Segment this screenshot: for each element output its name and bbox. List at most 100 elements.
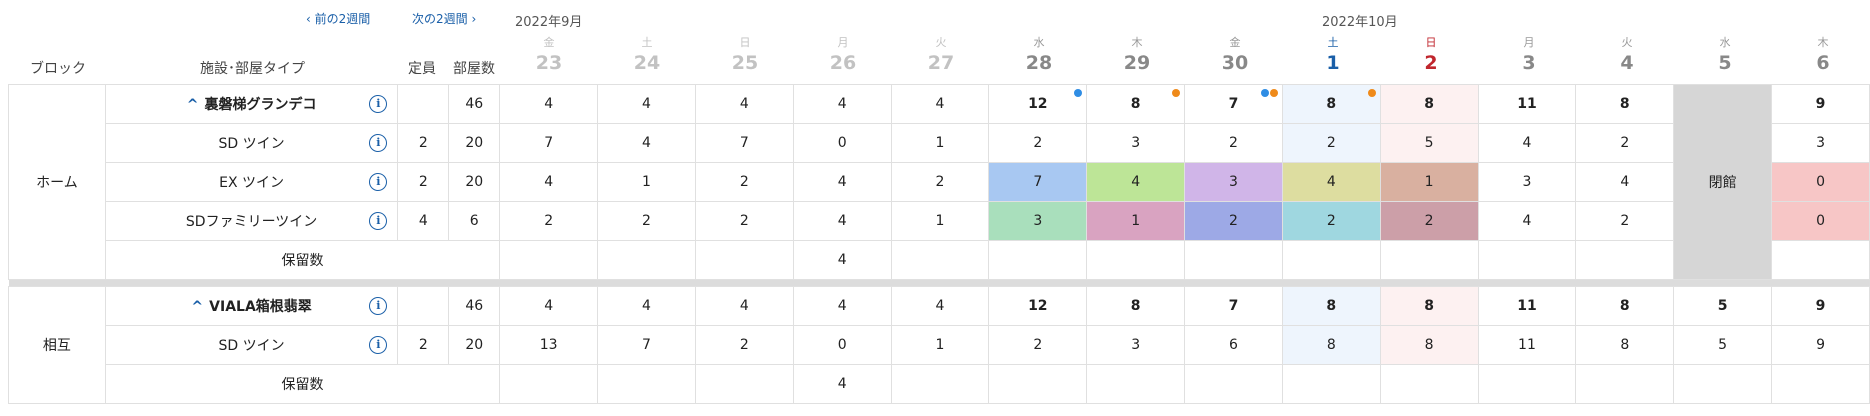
- hold-cell[interactable]: [1771, 364, 1870, 404]
- hold-cell[interactable]: [1281, 364, 1381, 404]
- day-cell[interactable]: 2: [597, 201, 696, 241]
- day-cell[interactable]: 0: [1771, 201, 1870, 241]
- room-type-cell[interactable]: SD ツイン i: [104, 123, 399, 163]
- day-cell[interactable]: 12: [988, 286, 1088, 326]
- hold-cell[interactable]: [1184, 364, 1283, 404]
- hold-cell[interactable]: [1673, 364, 1773, 404]
- hold-cell[interactable]: [988, 240, 1088, 280]
- day-cell[interactable]: 3: [1477, 162, 1577, 202]
- day-cell[interactable]: 5: [1379, 123, 1479, 163]
- day-cell[interactable]: 4: [792, 286, 892, 326]
- day-cell[interactable]: 8: [1379, 325, 1479, 365]
- hold-cell[interactable]: 4: [792, 240, 892, 280]
- day-cell[interactable]: 0: [1771, 162, 1870, 202]
- day-cell[interactable]: 7: [1184, 84, 1283, 124]
- day-cell[interactable]: 1: [890, 201, 990, 241]
- day-cell[interactable]: 7: [499, 123, 599, 163]
- day-cell[interactable]: 9: [1771, 325, 1870, 365]
- hold-cell[interactable]: [1184, 240, 1283, 280]
- day-cell[interactable]: 2: [1184, 201, 1283, 241]
- day-cell[interactable]: 8: [1379, 286, 1479, 326]
- day-cell[interactable]: 5: [1673, 286, 1773, 326]
- day-cell[interactable]: 4: [792, 201, 892, 241]
- day-cell[interactable]: 2: [1379, 201, 1479, 241]
- hold-cell[interactable]: [890, 240, 990, 280]
- day-cell[interactable]: 9: [1771, 286, 1870, 326]
- hold-cell[interactable]: [1086, 364, 1186, 404]
- facility-name-cell[interactable]: ^ 裏磐梯グランデコ i: [104, 84, 399, 124]
- hold-cell[interactable]: [1477, 240, 1577, 280]
- day-cell[interactable]: 4: [499, 286, 599, 326]
- day-cell[interactable]: 2: [1281, 123, 1381, 163]
- day-cell[interactable]: 4: [1281, 162, 1381, 202]
- day-cell[interactable]: 2: [694, 162, 794, 202]
- chevron-up-icon[interactable]: ^: [187, 97, 199, 113]
- info-circle-icon[interactable]: i: [369, 134, 388, 152]
- day-cell[interactable]: 1: [890, 123, 990, 163]
- hold-cell[interactable]: [499, 364, 599, 404]
- day-cell[interactable]: 3: [1086, 325, 1186, 365]
- day-cell[interactable]: 1: [1379, 162, 1479, 202]
- day-cell[interactable]: 7: [988, 162, 1088, 202]
- day-cell[interactable]: 8: [1281, 325, 1381, 365]
- day-cell[interactable]: 4: [792, 162, 892, 202]
- day-cell[interactable]: 11: [1477, 286, 1577, 326]
- day-cell[interactable]: 3: [1771, 123, 1870, 163]
- hold-cell[interactable]: [988, 364, 1088, 404]
- day-cell[interactable]: 2: [499, 201, 599, 241]
- day-cell[interactable]: 4: [1477, 123, 1577, 163]
- day-cell[interactable]: 4: [597, 123, 696, 163]
- hold-cell[interactable]: [597, 364, 696, 404]
- day-cell[interactable]: 1: [890, 325, 990, 365]
- info-circle-icon[interactable]: i: [369, 212, 388, 230]
- day-cell[interactable]: 4: [1477, 201, 1577, 241]
- hold-cell[interactable]: [1379, 240, 1479, 280]
- day-cell[interactable]: 9: [1771, 84, 1870, 124]
- info-circle-icon[interactable]: i: [369, 95, 388, 113]
- day-cell[interactable]: 13: [499, 325, 599, 365]
- day-cell[interactable]: 3: [1086, 123, 1186, 163]
- day-cell[interactable]: 4: [499, 84, 599, 124]
- day-cell[interactable]: 2: [890, 162, 990, 202]
- room-type-cell[interactable]: SDファミリーツイン i: [104, 201, 399, 241]
- day-cell[interactable]: 7: [597, 325, 696, 365]
- day-cell[interactable]: 7: [694, 123, 794, 163]
- info-circle-icon[interactable]: i: [369, 336, 388, 354]
- day-cell[interactable]: 2: [1184, 123, 1283, 163]
- day-cell[interactable]: 2: [1575, 123, 1675, 163]
- hold-cell[interactable]: [499, 240, 599, 280]
- day-cell[interactable]: 12: [988, 84, 1088, 124]
- day-cell[interactable]: 1: [1086, 201, 1186, 241]
- info-circle-icon[interactable]: i: [369, 173, 388, 191]
- day-cell[interactable]: 2: [694, 325, 794, 365]
- day-cell[interactable]: 4: [499, 162, 599, 202]
- day-cell[interactable]: 4: [792, 84, 892, 124]
- chevron-up-icon[interactable]: ^: [191, 299, 203, 315]
- day-cell[interactable]: 4: [694, 286, 794, 326]
- day-cell[interactable]: 2: [1281, 201, 1381, 241]
- hold-cell[interactable]: [1575, 240, 1675, 280]
- day-cell[interactable]: 3: [1184, 162, 1283, 202]
- day-cell[interactable]: 2: [694, 201, 794, 241]
- day-cell[interactable]: 8: [1575, 84, 1675, 124]
- day-cell[interactable]: 11: [1477, 325, 1577, 365]
- day-cell[interactable]: 2: [988, 325, 1088, 365]
- hold-cell[interactable]: [1086, 240, 1186, 280]
- day-cell[interactable]: 8: [1281, 286, 1381, 326]
- day-cell[interactable]: 5: [1673, 325, 1773, 365]
- day-cell[interactable]: 4: [597, 286, 696, 326]
- prev-two-weeks-link[interactable]: ‹ 前の2週間: [306, 10, 370, 27]
- day-cell[interactable]: 4: [694, 84, 794, 124]
- info-circle-icon[interactable]: i: [369, 297, 388, 315]
- hold-cell[interactable]: [1771, 240, 1870, 280]
- day-cell[interactable]: 4: [890, 84, 990, 124]
- day-cell[interactable]: 8: [1281, 84, 1381, 124]
- day-cell[interactable]: 2: [988, 123, 1088, 163]
- room-type-cell[interactable]: SD ツイン i: [104, 325, 399, 365]
- day-cell[interactable]: 8: [1086, 286, 1186, 326]
- day-cell[interactable]: 11: [1477, 84, 1577, 124]
- room-type-cell[interactable]: EX ツイン i: [104, 162, 399, 202]
- hold-cell[interactable]: [694, 240, 794, 280]
- facility-name-cell[interactable]: ^ VIALA箱根翡翠 i: [104, 286, 399, 326]
- hold-cell[interactable]: [1281, 240, 1381, 280]
